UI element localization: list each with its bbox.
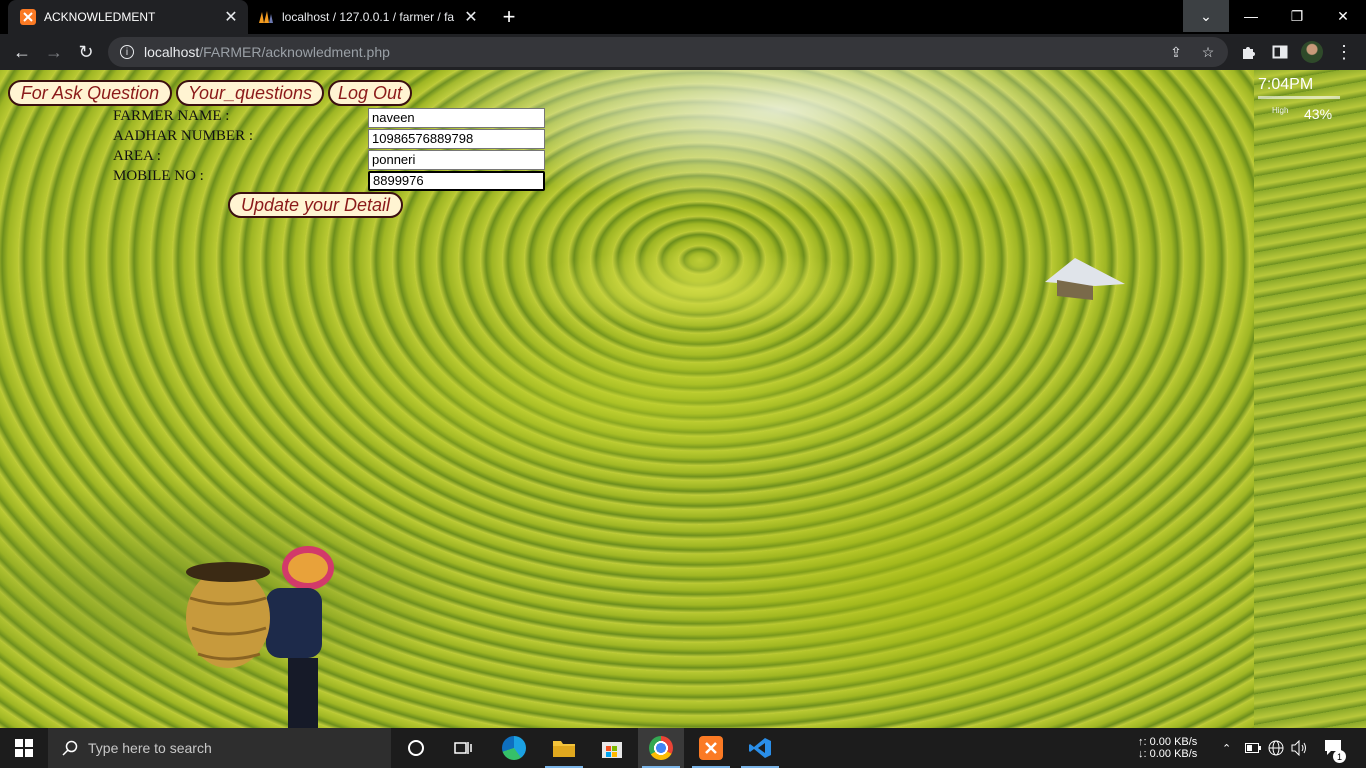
your-questions-button[interactable]: Your_questions: [176, 80, 324, 106]
close-window-icon[interactable]: ✕: [1320, 0, 1366, 32]
cortana-icon[interactable]: [393, 728, 439, 768]
notifications-icon[interactable]: 1: [1324, 728, 1346, 768]
windows-start-icon[interactable]: [0, 728, 48, 768]
notification-count-badge: 1: [1333, 750, 1346, 763]
tab-phpmyadmin[interactable]: localhost / 127.0.0.1 / farmer / fa ✕: [248, 0, 488, 34]
browser-toolbar: ← → ↻ i localhost/FARMER/acknowledment.p…: [0, 34, 1366, 70]
farmer-name-field[interactable]: naveen: [368, 108, 545, 128]
taskbar-search-box[interactable]: Type here to search: [48, 728, 391, 768]
tab-acknowledment[interactable]: ACKNOWLEDMENT ✕: [8, 0, 248, 34]
site-info-icon[interactable]: i: [120, 45, 134, 59]
tab-search-chevron-down-icon[interactable]: ⌄: [1183, 0, 1229, 32]
widget-high-label: High: [1272, 106, 1289, 115]
microsoft-store-icon[interactable]: [589, 728, 635, 768]
share-icon[interactable]: ⇪: [1162, 37, 1190, 67]
new-tab-icon[interactable]: +: [496, 4, 522, 30]
widget-time: 7:04PM: [1258, 76, 1314, 93]
search-placeholder: Type here to search: [88, 740, 212, 756]
edge-icon[interactable]: [491, 728, 537, 768]
farmer-with-basket-image: [186, 546, 334, 728]
widget-percent: 43%: [1304, 106, 1333, 122]
task-view-icon[interactable]: [440, 728, 486, 768]
profile-avatar[interactable]: [1298, 38, 1326, 66]
aadhar-number-field[interactable]: 10986576889798: [368, 129, 545, 149]
extensions-puzzle-icon[interactable]: [1234, 38, 1262, 66]
file-explorer-icon[interactable]: [541, 728, 587, 768]
chrome-icon[interactable]: [638, 728, 684, 768]
farmer-name-label: FARMER NAME :: [113, 108, 230, 124]
page-viewport: For Ask Question Your_questions Log Out …: [0, 70, 1366, 728]
close-tab-icon[interactable]: ✕: [220, 6, 242, 28]
area-field[interactable]: ponneri: [368, 150, 545, 170]
ask-question-button[interactable]: For Ask Question: [8, 80, 172, 106]
tab-title: localhost / 127.0.0.1 / farmer / fa: [282, 10, 455, 24]
aadhar-number-label: AADHAR NUMBER :: [113, 128, 254, 144]
browser-tab-strip: ACKNOWLEDMENT ✕ localhost / 127.0.0.1 / …: [0, 0, 1366, 34]
area-label: AREA :: [113, 148, 161, 164]
bookmark-star-icon[interactable]: ☆: [1194, 37, 1222, 67]
log-out-button[interactable]: Log Out: [328, 80, 412, 106]
back-arrow-icon[interactable]: ←: [8, 38, 36, 66]
tab-title: ACKNOWLEDMENT: [44, 10, 156, 24]
close-tab-icon[interactable]: ✕: [460, 6, 482, 28]
net-upload-speed: ↑: 0.00 KB/s: [1138, 736, 1198, 748]
restore-icon[interactable]: ❐: [1274, 0, 1320, 32]
show-hidden-icons-chevron-up-icon[interactable]: ⌃: [1222, 728, 1231, 768]
xampp-favicon-icon: [20, 9, 36, 25]
network-speed-meter: ↑: 0.00 KB/s ↓: 0.00 KB/s: [1138, 728, 1197, 768]
vscode-icon[interactable]: [737, 728, 783, 768]
forward-arrow-icon[interactable]: →: [40, 38, 68, 66]
volume-icon[interactable]: [1291, 728, 1309, 768]
battery-icon[interactable]: [1245, 728, 1261, 768]
address-bar[interactable]: i localhost/FARMER/acknowledment.php ⇪ ☆: [108, 37, 1228, 67]
url-text: localhost/FARMER/acknowledment.php: [144, 44, 390, 60]
mobile-no-field[interactable]: 8899976: [368, 171, 545, 191]
update-detail-button[interactable]: Update your Detail: [228, 192, 403, 218]
mobile-no-label: MOBILE NO :: [113, 168, 204, 184]
phpmyadmin-favicon-icon: [258, 9, 274, 25]
reload-icon[interactable]: ↻: [72, 38, 100, 66]
xampp-icon[interactable]: [688, 728, 734, 768]
menu-kebab-icon[interactable]: ⋮: [1330, 38, 1358, 66]
side-panel-icon[interactable]: [1266, 38, 1294, 66]
globe-network-icon[interactable]: [1268, 728, 1284, 768]
hut-image: [1045, 258, 1125, 300]
windows-taskbar: Type here to search ↑: 0.00 KB/s ↓: 0.00…: [0, 728, 1366, 768]
minimize-icon[interactable]: —: [1228, 0, 1274, 32]
widget-divider: [1258, 96, 1340, 99]
background-repeat-strip: [1254, 70, 1366, 728]
search-icon: [62, 740, 78, 756]
net-download-speed: ↓: 0.00 KB/s: [1138, 748, 1198, 760]
desktop-widget: 7:04PM High 43%: [1254, 70, 1366, 130]
